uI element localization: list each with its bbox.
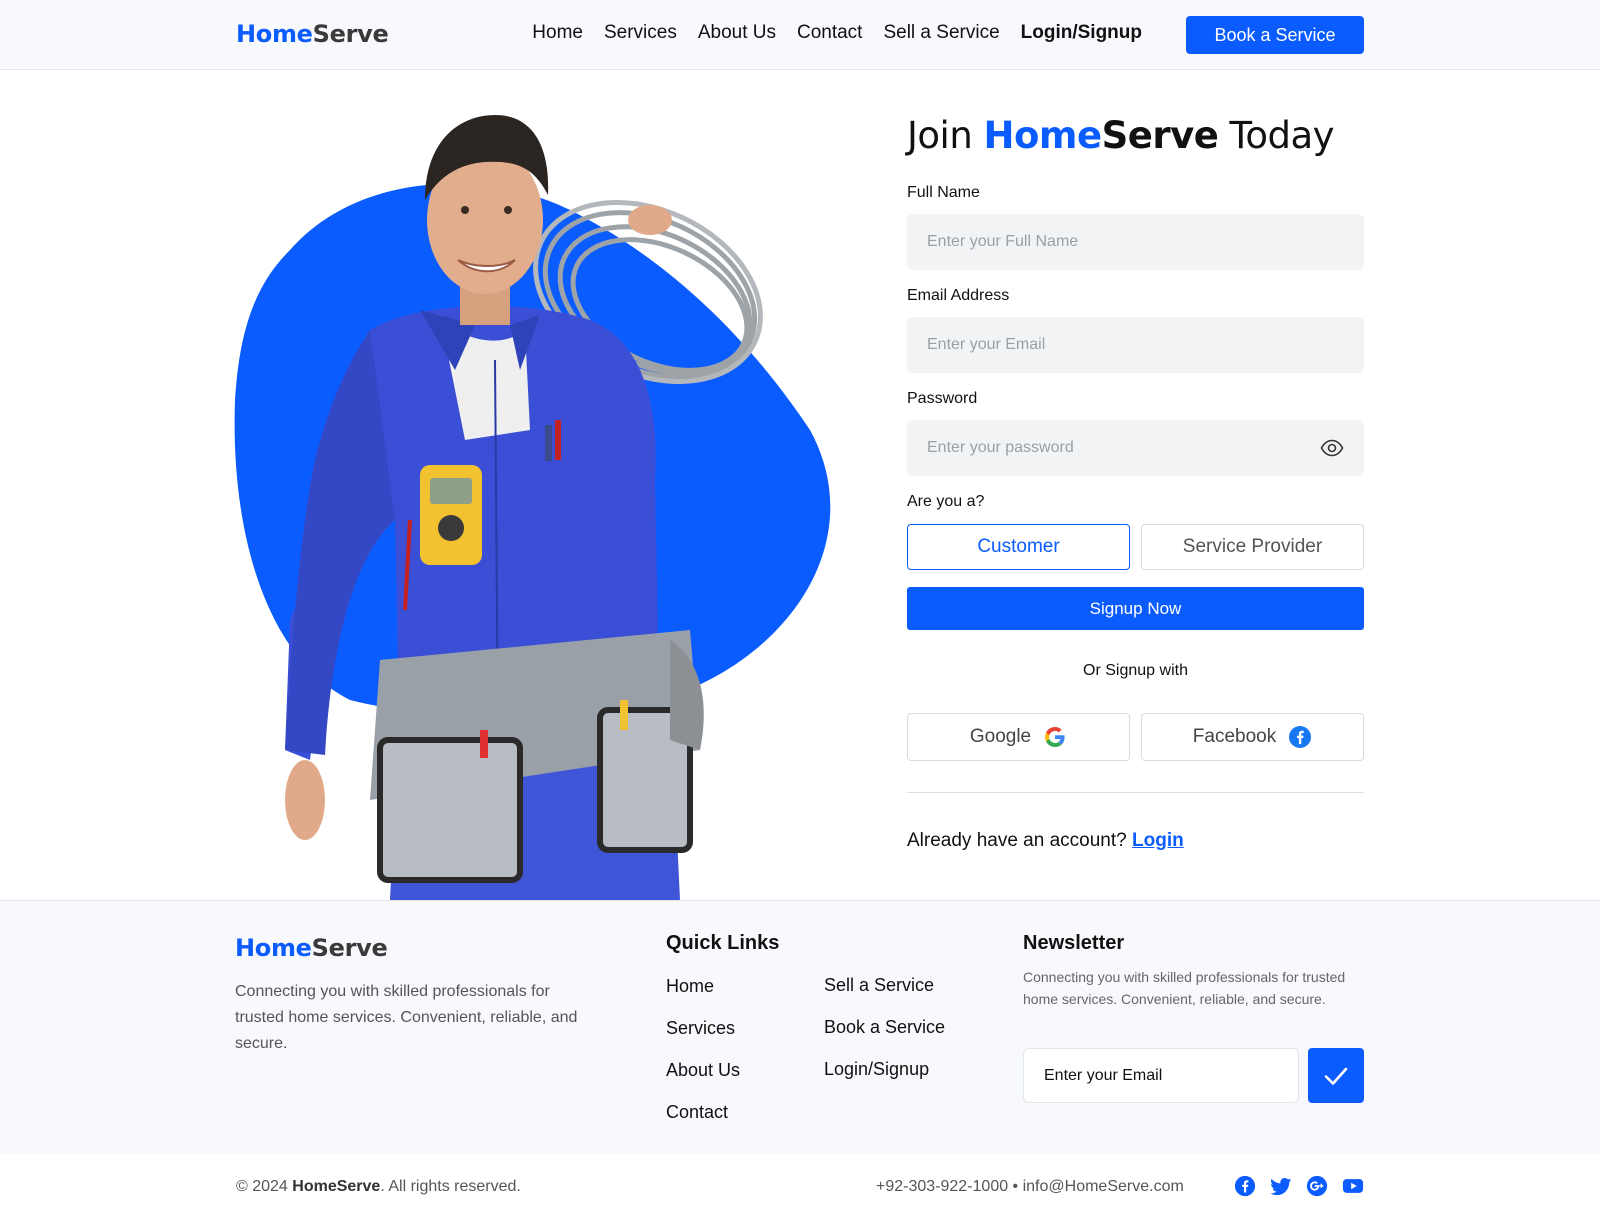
password-label: Password bbox=[907, 390, 978, 407]
nav-home[interactable]: Home bbox=[532, 22, 583, 44]
google-plus-icon[interactable] bbox=[1306, 1175, 1328, 1197]
facebook-icon bbox=[1289, 726, 1312, 748]
site-header: HomeServe Home Services About Us Contact… bbox=[0, 0, 1600, 70]
checkmark-icon bbox=[1324, 1067, 1348, 1085]
google-icon bbox=[1045, 727, 1065, 747]
password-input[interactable] bbox=[907, 420, 1364, 476]
login-link[interactable]: Login bbox=[1132, 830, 1184, 851]
footer-link-login-signup[interactable]: Login/Signup bbox=[824, 1059, 929, 1080]
twitter-icon[interactable] bbox=[1270, 1175, 1292, 1197]
book-service-button[interactable]: Book a Service bbox=[1186, 16, 1364, 54]
google-signup-button[interactable]: Google bbox=[907, 713, 1130, 761]
nav-services[interactable]: Services bbox=[604, 22, 677, 44]
footer-link-about-us[interactable]: About Us bbox=[666, 1060, 740, 1081]
email-input[interactable] bbox=[907, 317, 1364, 373]
show-password-eye-icon[interactable] bbox=[1320, 436, 1344, 460]
footer-link-home[interactable]: Home bbox=[666, 976, 714, 997]
google-label: Google bbox=[969, 726, 1032, 747]
footer-link-services[interactable]: Services bbox=[666, 1018, 735, 1039]
youtube-icon[interactable] bbox=[1342, 1175, 1364, 1197]
full-name-label: Full Name bbox=[907, 184, 980, 201]
nav-sell-a-service[interactable]: Sell a Service bbox=[883, 22, 999, 44]
already-account-text: Already have an account? Login bbox=[907, 830, 1184, 851]
footer-link-sell-a-service[interactable]: Sell a Service bbox=[824, 975, 934, 996]
role-customer-button[interactable]: Customer bbox=[907, 524, 1130, 570]
role-service-provider-button[interactable]: Service Provider bbox=[1141, 524, 1364, 570]
newsletter-heading: Newsletter bbox=[1023, 932, 1125, 954]
facebook-icon[interactable] bbox=[1234, 1175, 1256, 1197]
newsletter-email-input[interactable] bbox=[1023, 1048, 1299, 1103]
nav-login-signup[interactable]: Login/Signup bbox=[1021, 22, 1142, 44]
signup-now-button[interactable]: Signup Now bbox=[907, 587, 1364, 630]
brand-logo[interactable]: HomeServe bbox=[236, 20, 389, 48]
form-divider bbox=[907, 792, 1364, 793]
signup-form: Join HomeServe Today Full Name Email Add… bbox=[907, 114, 1364, 851]
technician-hand bbox=[628, 205, 672, 235]
nav-about-us[interactable]: About Us bbox=[698, 22, 776, 44]
hero-illustration bbox=[230, 100, 840, 900]
newsletter-description: Connecting you with skilled professional… bbox=[1023, 969, 1346, 1007]
site-footer: HomeServe Connecting you with skilled pr… bbox=[0, 900, 1600, 1154]
page-title: Join HomeServe Today bbox=[907, 114, 1335, 157]
bottom-bar: © 2024 HomeServe. All rights reserved. +… bbox=[0, 1154, 1600, 1219]
multimeter-icon bbox=[420, 465, 482, 565]
newsletter-submit-button[interactable] bbox=[1308, 1048, 1364, 1103]
nav-contact[interactable]: Contact bbox=[797, 22, 862, 44]
footer-brand-logo[interactable]: HomeServe bbox=[235, 934, 388, 962]
contact-info: +92-303-922-1000 • info@HomeServe.com bbox=[876, 1178, 1184, 1195]
email-label: Email Address bbox=[907, 287, 1010, 304]
copyright-text: © 2024 HomeServe. All rights reserved. bbox=[236, 1178, 521, 1195]
social-icons bbox=[1234, 1175, 1364, 1197]
quick-links-heading: Quick Links bbox=[666, 932, 780, 954]
main-nav: Home Services About Us Contact Sell a Se… bbox=[532, 22, 1142, 44]
role-question-label: Are you a? bbox=[907, 493, 985, 510]
footer-description: Connecting you with skilled professional… bbox=[235, 983, 578, 1052]
facebook-signup-button[interactable]: Facebook bbox=[1141, 713, 1364, 761]
full-name-input[interactable] bbox=[907, 214, 1364, 270]
or-signup-with-text: Or Signup with bbox=[1083, 662, 1188, 679]
footer-link-book-a-service[interactable]: Book a Service bbox=[824, 1017, 945, 1038]
footer-link-contact[interactable]: Contact bbox=[666, 1102, 728, 1123]
facebook-label: Facebook bbox=[1192, 726, 1277, 747]
technician-illustration bbox=[234, 115, 831, 900]
